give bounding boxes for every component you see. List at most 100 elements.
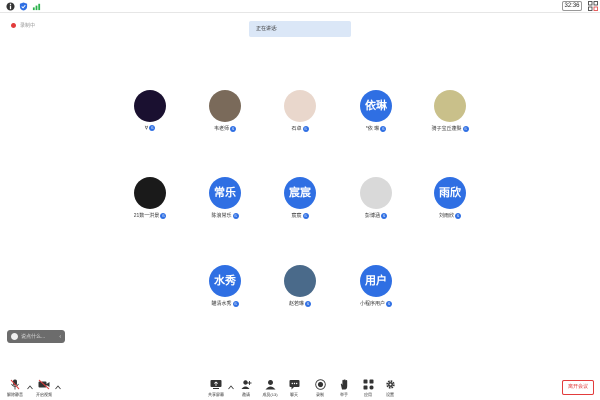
chat-input[interactable]: 说点什么... ‹ [7,330,65,343]
camera-off-icon [38,379,50,390]
status-badge: S [462,125,469,132]
chat-placeholder: 说点什么... [21,334,46,340]
status-badge: S [381,212,387,219]
avatar: 宸宸 [284,177,316,209]
status-badge: S [232,300,239,307]
participant-tile[interactable]: ∀ S [110,90,190,138]
record-button[interactable]: 录制 [311,379,329,399]
status-badge: S [232,212,239,219]
video-button[interactable]: 开启视频 [33,379,55,399]
participant-tile[interactable]: 石卓 S [260,90,340,138]
avatar: 水秀 [209,265,241,297]
avatar [209,90,241,122]
participant-name: 彭博涵 S [364,212,387,219]
share-screen-button[interactable]: 共享屏幕 [205,379,227,399]
status-badge: S [149,125,156,131]
chat-button[interactable]: 聊天 [285,379,303,399]
participant-tile[interactable]: 雨欣 刘雨欣 S [410,177,490,225]
mute-label: 解除静音 [7,392,23,397]
settings-label: 设置 [386,392,394,397]
info-icon[interactable] [6,2,15,11]
status-badge: S [455,212,461,219]
top-bar: 32:36 [0,0,600,13]
recording-indicator: 录制中 [11,22,35,29]
avatar [434,90,466,122]
status-badge: S [302,212,309,219]
mute-button[interactable]: 解除静音 [4,379,26,399]
chevron-up-icon[interactable] [228,385,234,390]
avatar [284,90,316,122]
participant-name: 陈浪常乐 S [211,212,239,219]
avatar [360,177,392,209]
video-label: 开启视频 [36,392,52,397]
gear-icon [385,380,395,389]
avatar: 雨欣 [434,177,466,209]
participant-name: 刘雨欣 S [438,212,461,219]
hand-icon [340,379,347,390]
raise-hand-button[interactable]: 举手 [335,379,353,399]
add-user-icon [241,380,251,389]
participant-name: 石卓 S [291,125,309,132]
members-label: 成员(13) [262,392,278,397]
chevron-left-icon[interactable]: ‹ [59,334,61,340]
status-badge: S [230,125,236,132]
participant-tile[interactable]: 彭博涵 S [336,177,416,225]
shield-icon[interactable] [19,2,28,11]
participant-name: 赵若琳 S [288,300,311,307]
participant-name: 宸宸 S [291,212,309,219]
hand-label: 举手 [340,392,348,397]
participant-name: 21数一洪景 S [133,212,167,219]
share-screen-icon [210,380,222,389]
participant-tile[interactable]: 韦老师 S [185,90,265,138]
participant-tile[interactable]: 水秀 瞄清水秀 S [185,265,265,313]
status-badge: S [386,300,392,307]
participant-tile[interactable]: 宸宸 宸宸 S [260,177,340,225]
chat-label: 聊天 [290,392,298,397]
participant-tile[interactable]: 骑子宝丘蓬梨 S [410,90,490,138]
apps-label: 应用 [364,392,372,397]
avatar: 常乐 [209,177,241,209]
meeting-window: 32:36 录制中 正在讲话: ∀S 韦老师S 石卓S 依琳 *依 琳S [0,0,600,400]
status-badge: S [380,125,387,132]
invite-label: 邀请 [242,392,250,397]
status-badge: S [302,125,309,132]
emoji-icon[interactable] [11,333,18,340]
chevron-up-icon[interactable] [55,385,61,390]
apps-icon [363,379,373,390]
participant-tile[interactable]: 21数一洪景 S [110,177,190,225]
participant-name: 韦老师 S [213,125,236,132]
meeting-timer: 32:36 [562,1,582,11]
avatar: 用户 [360,265,392,297]
participant-name: 小程序用户 S [359,300,392,307]
participant-tile[interactable]: 赵若琳 S [260,265,340,313]
recording-label: 录制中 [20,23,36,29]
participant-name: *依 琳S [365,125,387,132]
participant-name: ∀ S [144,125,156,132]
avatar [284,265,316,297]
participant-tile[interactable]: 用户 小程序用户 S [336,265,416,313]
speaking-banner: 正在讲话: [249,21,351,37]
apps-button[interactable]: 应用 [359,379,377,399]
microphone-muted-icon [10,379,20,390]
members-icon [265,380,275,390]
layout-grid-icon[interactable] [588,1,598,11]
status-badge: S [160,212,167,219]
settings-button[interactable]: 设置 [381,379,399,399]
avatar [134,90,166,122]
record-label: 录制 [316,392,324,397]
chat-icon [289,380,299,390]
participant-name: 瞄清水秀 S [211,300,239,307]
participant-tile[interactable]: 依琳 *依 琳S [336,90,416,138]
status-badge: S [305,300,311,307]
invite-button[interactable]: 邀请 [237,379,255,399]
leave-meeting-button[interactable]: 离开会议 [562,380,594,395]
members-button[interactable]: 成员(13) [258,379,282,399]
record-dot-icon [11,23,16,28]
avatar [134,177,166,209]
avatar: 依琳 [360,90,392,122]
participant-name: 骑子宝丘蓬梨 S [431,125,469,132]
share-label: 共享屏幕 [208,392,224,397]
signal-icon [32,3,41,11]
record-icon [314,379,326,390]
participant-tile[interactable]: 常乐 陈浪常乐 S [185,177,265,225]
